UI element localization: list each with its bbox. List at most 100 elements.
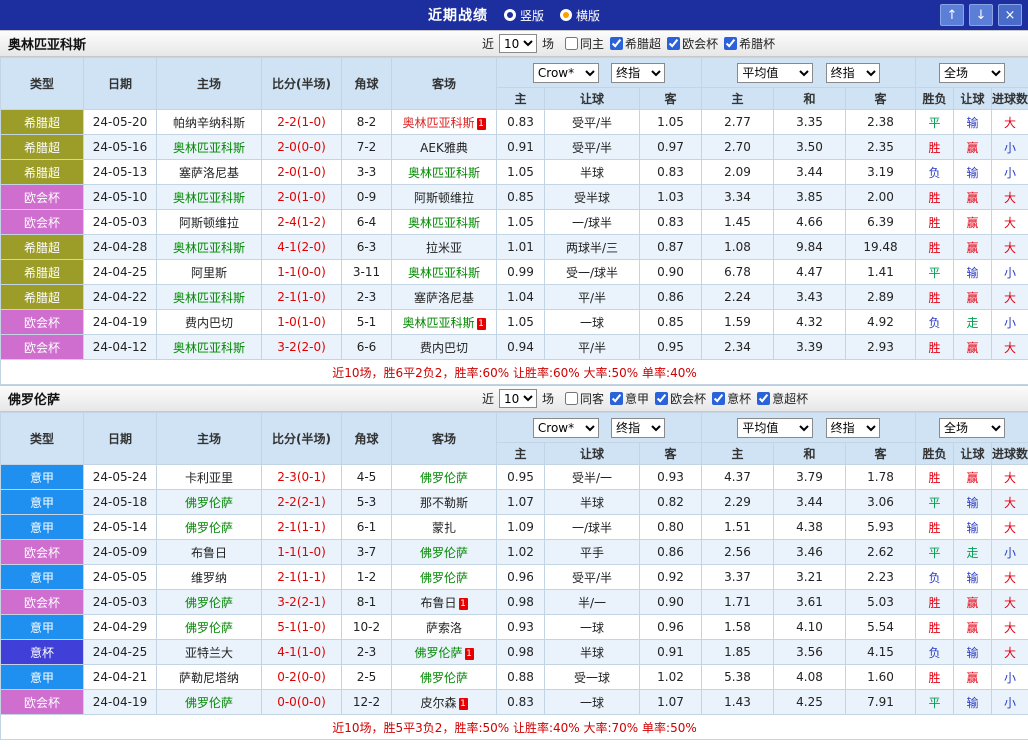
result-handicap: 赢 xyxy=(954,185,992,210)
euro-odds-home: 1.43 xyxy=(702,690,774,715)
league-badge: 希腊超 xyxy=(1,110,84,135)
handicap-odds-home: 0.98 xyxy=(497,590,545,615)
handicap-odds-away: 1.05 xyxy=(640,110,702,135)
match-date: 24-05-13 xyxy=(84,160,157,185)
match-score: 0-0(0-0) xyxy=(262,690,342,715)
result-wdl: 负 xyxy=(916,310,954,335)
filter-checkbox-input[interactable] xyxy=(565,37,578,50)
handicap-odds-away: 0.93 xyxy=(640,465,702,490)
result-goals: 大 xyxy=(992,515,1028,540)
radio-vertical-layout[interactable]: 竖版 xyxy=(504,7,544,24)
team-name: 奥林匹亚科斯 xyxy=(8,34,86,53)
euro-odds-draw: 3.39 xyxy=(774,335,846,360)
corner-score: 8-2 xyxy=(342,110,392,135)
home-team: 奥林匹亚科斯 xyxy=(157,285,262,310)
summary-row: 近10场，胜6平2负2，胜率:60% 让胜率:60% 大率:50% 单率:40% xyxy=(1,360,1028,385)
radio-horizontal-layout[interactable]: 横版 xyxy=(560,7,600,24)
home-team: 佛罗伦萨 xyxy=(157,690,262,715)
league-badge: 希腊超 xyxy=(1,260,84,285)
match-score: 2-2(2-1) xyxy=(262,490,342,515)
col-euro-away: 客 xyxy=(846,88,916,110)
corner-score: 6-3 xyxy=(342,235,392,260)
euro-odds-home: 2.34 xyxy=(702,335,774,360)
result-wdl: 负 xyxy=(916,160,954,185)
match-date: 24-04-25 xyxy=(84,260,157,285)
filter-checkbox-input[interactable] xyxy=(757,392,770,405)
filter-checkbox[interactable]: 意甲 xyxy=(610,390,649,407)
away-team: 佛罗伦萨 xyxy=(392,465,497,490)
filter-checkbox-input[interactable] xyxy=(565,392,578,405)
euro-odds-draw: 3.43 xyxy=(774,285,846,310)
scroll-up-icon[interactable]: ↑ xyxy=(940,4,964,26)
result-wdl: 胜 xyxy=(916,335,954,360)
close-icon[interactable]: × xyxy=(998,4,1022,26)
result-wdl: 平 xyxy=(916,690,954,715)
handicap-final-select[interactable]: 终指 xyxy=(611,418,665,438)
match-count-select[interactable]: 10 xyxy=(499,389,537,408)
bookmaker-select[interactable]: Crow* xyxy=(533,63,599,83)
euro-final-select[interactable]: 终指 xyxy=(826,63,880,83)
match-score: 2-4(1-2) xyxy=(262,210,342,235)
scroll-down-icon[interactable]: ↓ xyxy=(969,4,993,26)
scope-select[interactable]: 全场 xyxy=(939,418,1005,438)
result-wdl: 胜 xyxy=(916,185,954,210)
match-score: 5-1(1-0) xyxy=(262,615,342,640)
col-wdl: 胜负 xyxy=(916,443,954,465)
home-team: 费内巴切 xyxy=(157,310,262,335)
summary-text: 近10场，胜6平2负2，胜率:60% 让胜率:60% 大率:50% 单率:40% xyxy=(1,360,1028,385)
home-team-label: 布鲁日 xyxy=(191,546,227,560)
corner-score: 10-2 xyxy=(342,615,392,640)
away-team-label: 塞萨洛尼基 xyxy=(414,291,474,305)
filter-checkbox[interactable]: 欧会杯 xyxy=(655,390,706,407)
euro-odds-draw: 4.10 xyxy=(774,615,846,640)
away-team: 阿斯顿维拉 xyxy=(392,185,497,210)
bookmaker-select[interactable]: Crow* xyxy=(533,418,599,438)
result-goals: 大 xyxy=(992,210,1028,235)
result-handicap: 输 xyxy=(954,260,992,285)
handicap-line: 受半/一 xyxy=(545,465,640,490)
filter-checkbox[interactable]: 同主 xyxy=(565,35,604,52)
handicap-line: 平手 xyxy=(545,540,640,565)
filter-checkbox[interactable]: 希腊超 xyxy=(610,35,661,52)
euro-final-select[interactable]: 终指 xyxy=(826,418,880,438)
filter-checkbox-input[interactable] xyxy=(724,37,737,50)
filter-checkbox-input[interactable] xyxy=(712,392,725,405)
filter-checkbox[interactable]: 意超杯 xyxy=(757,390,808,407)
result-wdl: 胜 xyxy=(916,285,954,310)
league-badge: 希腊超 xyxy=(1,285,84,310)
euro-odds-draw: 3.50 xyxy=(774,135,846,160)
filter-checkbox-input[interactable] xyxy=(667,37,680,50)
match-count-select[interactable]: 10 xyxy=(499,34,537,53)
handicap-odds-home: 0.98 xyxy=(497,640,545,665)
red-card-icon: 1 xyxy=(477,318,486,330)
result-handicap: 赢 xyxy=(954,465,992,490)
corner-score: 6-6 xyxy=(342,335,392,360)
filter-checkbox[interactable]: 意杯 xyxy=(712,390,751,407)
filter-checkbox[interactable]: 欧会杯 xyxy=(667,35,718,52)
filter-checkbox-input[interactable] xyxy=(610,392,623,405)
handicap-line: 两球半/三 xyxy=(545,235,640,260)
scope-select[interactable]: 全场 xyxy=(939,63,1005,83)
filter-checkbox-input[interactable] xyxy=(655,392,668,405)
handicap-odds-away: 0.96 xyxy=(640,615,702,640)
home-team: 佛罗伦萨 xyxy=(157,590,262,615)
handicap-line: 一球 xyxy=(545,690,640,715)
handicap-odds-home: 1.05 xyxy=(497,210,545,235)
away-team-label: 阿斯顿维拉 xyxy=(414,191,474,205)
match-row: 希腊超24-04-25阿里斯1-1(0-0)3-11奥林匹亚科斯0.99受一/球… xyxy=(1,260,1028,285)
handicap-odds-home: 0.93 xyxy=(497,615,545,640)
col-corner: 角球 xyxy=(342,58,392,110)
euro-average-select[interactable]: 平均值 xyxy=(737,63,813,83)
match-score: 1-1(1-0) xyxy=(262,540,342,565)
home-team-label: 亚特兰大 xyxy=(185,646,233,660)
handicap-odds-away: 0.90 xyxy=(640,260,702,285)
league-badge: 欧会杯 xyxy=(1,590,84,615)
filter-checkbox[interactable]: 同客 xyxy=(565,390,604,407)
handicap-final-select[interactable]: 终指 xyxy=(611,63,665,83)
euro-average-select[interactable]: 平均值 xyxy=(737,418,813,438)
match-row: 意甲24-04-29佛罗伦萨5-1(1-0)10-2萨索洛0.93一球0.961… xyxy=(1,615,1028,640)
filter-checkbox[interactable]: 希腊杯 xyxy=(724,35,775,52)
handicap-line: 受半球 xyxy=(545,185,640,210)
filter-checkbox-input[interactable] xyxy=(610,37,623,50)
euro-odds-draw: 3.79 xyxy=(774,465,846,490)
